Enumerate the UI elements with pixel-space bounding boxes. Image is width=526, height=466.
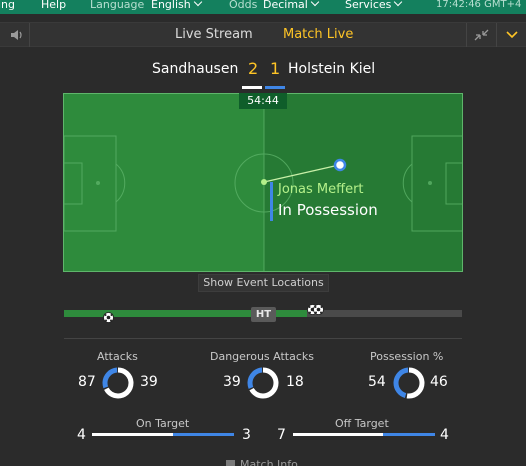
stat-attacks-away: 39 bbox=[140, 374, 158, 390]
nav-help[interactable]: Help bbox=[41, 0, 66, 11]
tab-match-live[interactable]: Match Live bbox=[283, 27, 353, 42]
clock-time: 17:42:46 GMT+4 bbox=[436, 0, 522, 10]
tab-bar: Live Stream Match Live bbox=[0, 22, 526, 47]
off-target-bar bbox=[293, 433, 435, 436]
on-target-home: 4 bbox=[77, 427, 86, 443]
collapse-icon bbox=[474, 29, 489, 41]
stat-dangerous-home: 39 bbox=[223, 374, 241, 390]
stat-possession-away: 46 bbox=[430, 374, 448, 390]
stat-attacks-home: 87 bbox=[78, 374, 96, 390]
language-select[interactable]: English bbox=[151, 0, 202, 11]
off-target-away: 4 bbox=[440, 427, 449, 443]
possession-player: Jonas Meffert bbox=[278, 182, 364, 197]
match-clock: 54:44 bbox=[239, 93, 287, 109]
player-position-marker bbox=[333, 158, 347, 172]
tab-live-stream[interactable]: Live Stream bbox=[175, 27, 253, 42]
stat-dangerous-title: Dangerous Attacks bbox=[210, 350, 314, 363]
attacks-donut-icon bbox=[102, 367, 134, 399]
speaker-icon bbox=[11, 30, 22, 40]
away-color-bar bbox=[265, 86, 285, 89]
dropdown-button[interactable] bbox=[496, 23, 526, 47]
divider bbox=[64, 338, 462, 339]
chevron-down-icon bbox=[394, 0, 403, 7]
pitch bbox=[63, 93, 463, 272]
on-target-bar bbox=[92, 433, 234, 436]
football-icon bbox=[103, 312, 114, 323]
home-score: 2 bbox=[248, 59, 259, 78]
on-target-title: On Target bbox=[136, 417, 190, 430]
home-team-name: Sandhausen bbox=[152, 61, 239, 77]
language-label: Language bbox=[90, 0, 145, 11]
possession-indicator-bar bbox=[270, 182, 273, 221]
match-info-label: Match Info bbox=[240, 458, 298, 466]
show-event-locations-button[interactable]: Show Event Locations bbox=[198, 274, 329, 292]
halftime-marker: HT bbox=[251, 307, 276, 322]
ball-position-marker bbox=[261, 179, 267, 185]
football-icon bbox=[313, 304, 324, 315]
match-info-link[interactable]: Match Info bbox=[226, 458, 298, 466]
stat-possession-home: 54 bbox=[368, 374, 386, 390]
pitch-markings bbox=[64, 94, 462, 271]
on-target-away: 3 bbox=[242, 427, 251, 443]
away-score: 1 bbox=[270, 59, 281, 78]
top-navigation: ing Help Language English Odds Decimal S… bbox=[0, 0, 526, 14]
info-icon bbox=[226, 460, 235, 466]
odds-value: Decimal bbox=[263, 0, 308, 11]
services-menu[interactable]: Services bbox=[345, 0, 403, 11]
possession-status: In Possession bbox=[278, 201, 378, 219]
services-label: Services bbox=[345, 0, 392, 11]
off-target-title: Off Target bbox=[335, 417, 389, 430]
stat-attacks-title: Attacks bbox=[97, 350, 138, 363]
away-team-name: Holstein Kiel bbox=[288, 61, 376, 77]
stat-dangerous-away: 18 bbox=[286, 374, 304, 390]
odds-select[interactable]: Decimal bbox=[263, 0, 320, 11]
stat-possession-title: Possession % bbox=[370, 350, 444, 363]
on-target-away-fill bbox=[173, 433, 234, 436]
off-target-home: 7 bbox=[277, 427, 286, 443]
chevron-down-icon bbox=[506, 31, 518, 39]
dangerous-attacks-donut-icon bbox=[247, 367, 279, 399]
sound-button[interactable] bbox=[0, 23, 30, 47]
home-color-bar bbox=[242, 86, 262, 89]
odds-label: Odds bbox=[229, 0, 258, 11]
possession-donut-icon bbox=[393, 367, 425, 399]
chevron-down-icon bbox=[193, 0, 202, 7]
off-target-away-fill bbox=[383, 433, 435, 436]
language-value: English bbox=[151, 0, 191, 11]
chevron-down-icon bbox=[310, 0, 320, 7]
nav-item-partial[interactable]: ing bbox=[0, 0, 15, 11]
collapse-button[interactable] bbox=[466, 23, 496, 47]
